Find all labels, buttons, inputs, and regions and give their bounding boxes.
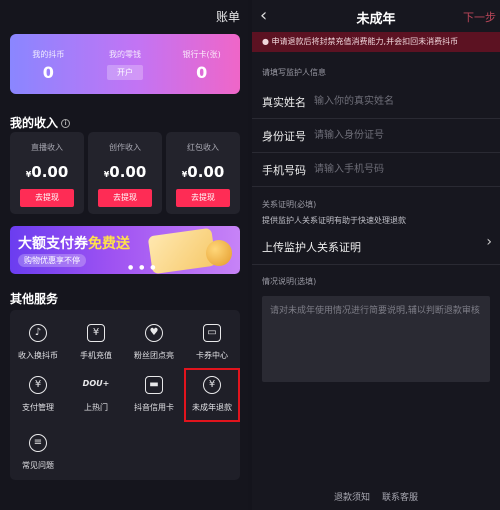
wallet-card: 我的抖币 0 我的零钱 开户 银行卡(张) 0 — [10, 34, 240, 94]
phone-icon: ¥ — [87, 324, 105, 342]
income-value: ¥0.00 — [166, 163, 240, 181]
income-value: ¥0.00 — [88, 163, 162, 181]
coupon-banner[interactable]: 大额支付券免费送 购物优惠享不停 ● ● ● — [10, 226, 240, 274]
minor-refund-icon: ¥ — [203, 376, 221, 394]
income-title: 我的收入 i — [10, 114, 71, 131]
relation-hint: 提供监护人关系证明有助于快速处理退款 — [262, 216, 406, 225]
wallet-screen: 账单 我的抖币 0 我的零钱 开户 银行卡(张) 0 我的收入 i 直播收入 ¥0… — [0, 0, 248, 510]
my-change[interactable]: 我的零钱 开户 — [87, 34, 164, 94]
service-label: 手机充值 — [80, 351, 112, 360]
warning-notice: ● 申请退款后将封禁充值消费能力,并会扣回未消费抖币 — [252, 32, 500, 52]
service-fan-club[interactable]: ♥ 粉丝团点亮 — [126, 324, 182, 361]
refund-notice-link[interactable]: 退款须知 — [334, 490, 370, 503]
service-credit-card[interactable]: ▬ 抖音信用卡 — [126, 376, 182, 413]
chevron-right-icon: › — [486, 234, 492, 250]
income-amount: 0.00 — [31, 163, 69, 181]
income-value: ¥0.00 — [10, 163, 84, 181]
service-label: 支付管理 — [22, 403, 54, 412]
divider — [252, 152, 500, 153]
income-card-redpacket: 红包收入 ¥0.00 去提现 — [166, 132, 240, 214]
my-change-label: 我的零钱 — [109, 50, 141, 59]
income-card-live: 直播收入 ¥0.00 去提现 — [10, 132, 84, 214]
guardian-section-title: 请填写监护人信息 — [262, 68, 326, 77]
id-number-input[interactable] — [314, 125, 484, 145]
divider — [252, 186, 500, 187]
service-dou-plus[interactable]: DOU+ 上热门 — [68, 376, 124, 413]
banner-subline: 购物优惠享不停 — [18, 254, 86, 267]
my-coins-label: 我的抖币 — [32, 50, 65, 59]
heart-icon: ♥ — [145, 324, 163, 342]
income-amount: 0.00 — [109, 163, 147, 181]
bank-cards-label: 银行卡(张) — [182, 50, 221, 59]
credit-card-icon: ▬ — [145, 376, 163, 394]
service-coupon-center[interactable]: ▭ 卡券中心 — [184, 324, 240, 361]
income-amount: 0.00 — [187, 163, 225, 181]
situation-textarea[interactable] — [262, 296, 490, 382]
income-card-creation: 创作收入 ¥0.00 去提现 — [88, 132, 162, 214]
upload-relation-proof[interactable]: 上传监护人关系证明 › — [262, 234, 492, 256]
real-name-label: 真实姓名 — [262, 96, 306, 109]
banner-headline-a: 大额支付券 — [18, 236, 88, 252]
service-minor-refund[interactable]: ¥ 未成年退款 — [184, 368, 240, 422]
bank-cards-value: 0 — [196, 63, 208, 82]
upload-label: 上传监护人关系证明 — [262, 241, 361, 254]
service-label: 收入换抖币 — [18, 351, 58, 360]
withdraw-button[interactable]: 去提现 — [20, 189, 74, 207]
contact-service-link[interactable]: 联系客服 — [382, 490, 418, 503]
warning-icon: ● — [262, 37, 272, 46]
withdraw-button[interactable]: 去提现 — [98, 189, 152, 207]
bank-cards[interactable]: 银行卡(张) 0 — [163, 34, 240, 94]
coin-illustration — [206, 240, 232, 266]
income-cards: 直播收入 ¥0.00 去提现 创作收入 ¥0.00 去提现 红包收入 ¥0.00… — [10, 132, 240, 214]
phone-number-field: 手机号码 — [262, 154, 492, 184]
situation-section-title: 情况说明(选填) — [262, 277, 317, 286]
open-account-button[interactable]: 开户 — [107, 65, 143, 80]
warning-text: 申请退款后将封禁充值消费能力,并会扣回未消费抖币 — [271, 37, 459, 46]
minor-refund-screen: ‹ 未成年 下一步 ● 申请退款后将封禁充值消费能力,并会扣回未消费抖币 请填写… — [252, 0, 500, 510]
service-income-to-coins[interactable]: ♪ 收入换抖币 — [10, 324, 66, 361]
income-label: 直播收入 — [31, 143, 63, 152]
phone-number-label: 手机号码 — [262, 164, 306, 177]
next-step-button[interactable]: 下一步 — [463, 9, 496, 25]
service-label: 上热门 — [84, 403, 108, 412]
my-coins[interactable]: 我的抖币 0 — [10, 34, 87, 94]
ticket-icon: ▭ — [203, 324, 221, 342]
info-icon[interactable]: i — [61, 119, 71, 128]
services-title: 其他服务 — [10, 292, 59, 306]
service-label: 粉丝团点亮 — [134, 351, 174, 360]
income-title-text: 我的收入 — [10, 116, 59, 130]
service-label: 卡券中心 — [196, 351, 228, 360]
income-label: 创作收入 — [109, 143, 141, 152]
id-number-field: 身份证号 — [262, 120, 492, 150]
douyin-icon: ♪ — [29, 324, 47, 342]
banner-headline-b: 免费送 — [88, 236, 130, 252]
service-label: 未成年退款 — [192, 403, 232, 412]
income-label: 红包收入 — [187, 143, 219, 152]
phone-number-input[interactable] — [314, 159, 484, 179]
relation-section-title: 关系证明(必填) — [262, 200, 317, 209]
service-faq[interactable]: ≡ 常见问题 — [10, 434, 66, 471]
dou-plus-icon: DOU+ — [82, 379, 110, 388]
id-number-label: 身份证号 — [262, 130, 306, 143]
real-name-input[interactable] — [314, 91, 484, 111]
wallet-topbar: 账单 — [0, 0, 248, 30]
service-label: 抖音信用卡 — [134, 403, 174, 412]
bill-link[interactable]: 账单 — [216, 8, 240, 25]
my-coins-value: 0 — [42, 63, 54, 82]
divider — [252, 264, 500, 265]
banner-headline: 大额支付券免费送 — [18, 233, 130, 253]
refund-topbar: ‹ 未成年 下一步 — [252, 0, 500, 30]
carousel-dots: ● ● ● — [128, 264, 158, 271]
service-phone-recharge[interactable]: ¥ 手机充值 — [68, 324, 124, 361]
shield-icon: ¥ — [29, 376, 47, 394]
withdraw-button[interactable]: 去提现 — [176, 189, 230, 207]
divider — [252, 118, 500, 119]
services-grid: ♪ 收入换抖币 ¥ 手机充值 ♥ 粉丝团点亮 ▭ 卡券中心 ¥ 支付管理 DOU… — [10, 310, 240, 480]
real-name-field: 真实姓名 — [262, 86, 492, 116]
service-payment-management[interactable]: ¥ 支付管理 — [10, 376, 66, 413]
faq-icon: ≡ — [29, 434, 47, 452]
service-label: 常见问题 — [22, 461, 54, 470]
